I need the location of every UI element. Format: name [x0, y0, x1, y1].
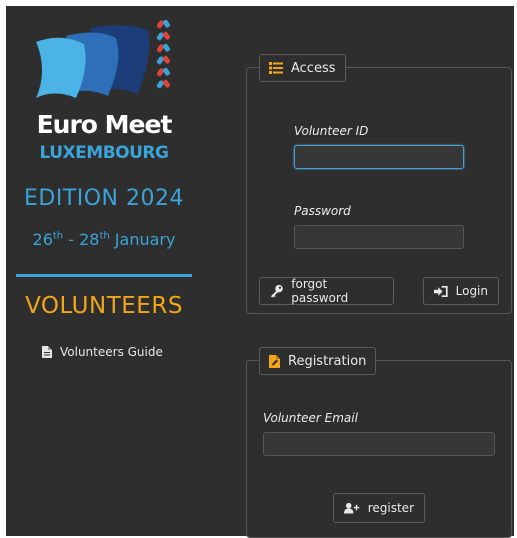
- event-dates: 26th - 28th January: [6, 230, 202, 249]
- month: January: [109, 230, 176, 249]
- edition-title: EDITION 2024: [23, 186, 184, 211]
- start-day: 26: [32, 230, 53, 249]
- registration-panel: Registration Volunteer Email register: [246, 347, 512, 538]
- brand-name: Euro Meet: [36, 110, 173, 139]
- login-button[interactable]: Login: [423, 277, 499, 305]
- register-label: register: [367, 501, 414, 515]
- end-day: 28: [79, 230, 100, 249]
- document-icon: [42, 346, 52, 358]
- login-label: Login: [455, 284, 488, 298]
- access-legend-label: Access: [291, 60, 336, 76]
- brand-location: LUXEMBOURG: [39, 143, 169, 163]
- key-icon: [270, 284, 283, 298]
- password-label: Password: [294, 204, 351, 218]
- app-window: Euro Meet LUXEMBOURG EDITION 2024 26th -…: [6, 6, 514, 538]
- volunteer-email-input[interactable]: [263, 432, 495, 456]
- registration-legend: Registration: [259, 347, 377, 375]
- start-suffix: th: [52, 230, 64, 242]
- volunteer-id-input[interactable]: [294, 145, 464, 169]
- date-separator: -: [63, 230, 80, 249]
- end-suffix: th: [99, 230, 110, 242]
- registration-legend-label: Registration: [288, 353, 367, 369]
- guide-link-label: Volunteers Guide: [60, 345, 163, 359]
- sidebar-divider: [16, 274, 192, 277]
- user-plus-icon: [344, 502, 360, 514]
- volunteers-guide-link[interactable]: Volunteers Guide: [42, 345, 163, 359]
- access-panel: Access Volunteer ID Password forgot pass…: [246, 54, 512, 314]
- sign-in-icon: [434, 285, 448, 297]
- password-input[interactable]: [294, 225, 464, 249]
- volunteer-email-label: Volunteer Email: [263, 411, 358, 425]
- euro-meet-logo: [36, 19, 170, 98]
- forgot-password-label: forgot password: [291, 277, 349, 305]
- volunteer-id-label: Volunteer ID: [294, 124, 369, 138]
- access-legend: Access: [259, 54, 346, 82]
- forgot-password-button[interactable]: forgot password: [259, 277, 394, 305]
- sidebar: Euro Meet LUXEMBOURG EDITION 2024 26th -…: [6, 6, 202, 536]
- edit-file-icon: [269, 354, 280, 368]
- register-button[interactable]: register: [333, 493, 425, 523]
- list-icon: [269, 62, 283, 74]
- section-title: VOLUNTEERS: [25, 293, 183, 319]
